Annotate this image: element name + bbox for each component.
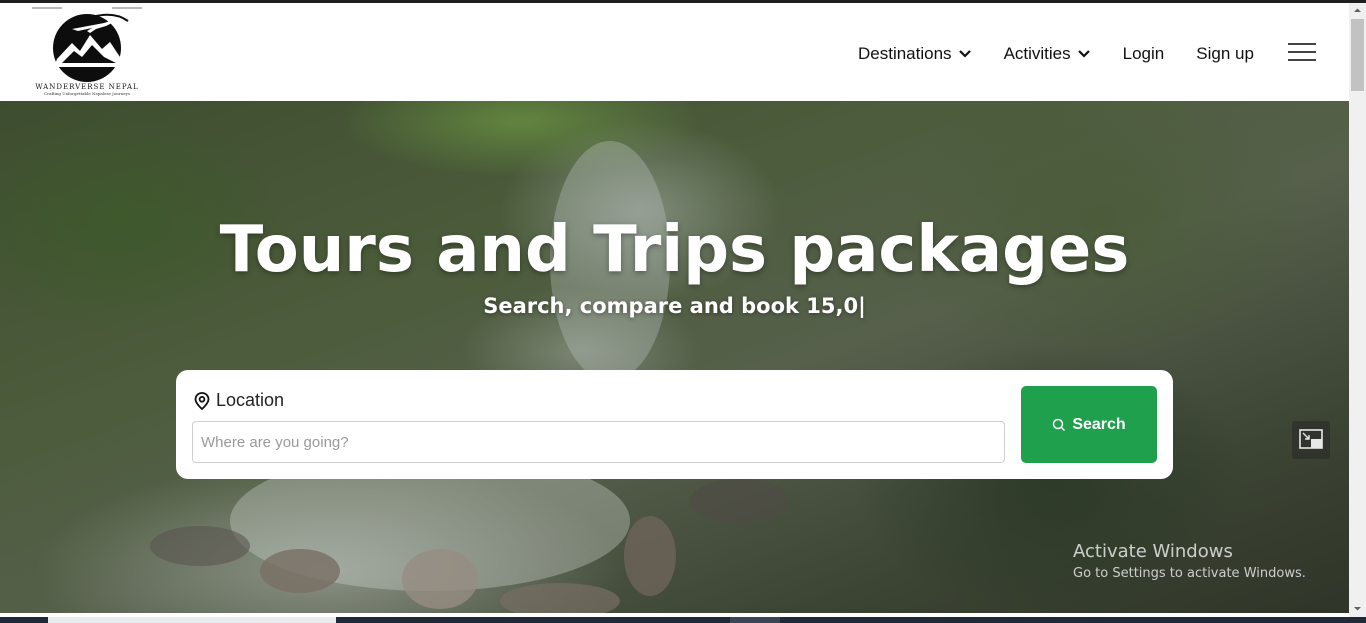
nav-activities[interactable]: Activities [1004,44,1091,64]
search-button-label: Search [1072,415,1126,433]
watermark-subtitle: Go to Settings to activate Windows. [1073,566,1306,581]
hamburger-bar [1288,43,1316,45]
scroll-up-arrow-icon[interactable] [1349,3,1366,18]
search-icon [1053,418,1066,431]
brand-tagline: Crafting Unforgettable Nepalese Journeys [44,91,130,96]
taskbar-app-button[interactable] [730,617,780,623]
vertical-scrollbar[interactable] [1349,3,1366,617]
search-card: Location Search [176,370,1173,479]
search-button[interactable]: Search [1021,386,1157,463]
brand-name: WANDERVERSE NEPAL [35,83,139,91]
pip-glyph-icon [1299,429,1323,449]
logo-emblem-icon [32,7,142,82]
scroll-down-arrow-icon[interactable] [1349,601,1366,616]
hero-section: Tours and Trips packages Search, compare… [0,101,1349,613]
hero-subtitle: Search, compare and book 15,0| [483,294,866,318]
chevron-down-icon [1077,50,1090,58]
os-taskbar [0,617,1366,623]
chevron-down-icon [958,50,971,58]
hamburger-bar [1288,59,1316,61]
picture-in-picture-icon[interactable] [1292,421,1330,459]
location-label: Location [194,390,284,411]
location-label-text: Location [216,390,285,410]
scrollbar-thumb[interactable] [1351,19,1364,91]
watermark-title: Activate Windows [1073,541,1233,562]
nav-destinations[interactable]: Destinations [858,44,972,64]
brand-logo[interactable]: WANDERVERSE NEPAL Crafting Unforgettable… [32,7,142,97]
hamburger-menu-icon[interactable] [1288,43,1316,63]
windows-activation-watermark: Activate Windows Go to Settings to activ… [1073,541,1306,581]
hero-background-image [150,141,790,613]
nav-destinations-label: Destinations [858,44,952,63]
navbar: WANDERVERSE NEPAL Crafting Unforgettable… [0,3,1349,101]
nav-signup[interactable]: Sign up [1196,44,1254,64]
hero-title: Tours and Trips packages [219,213,1130,287]
nav-login[interactable]: Login [1123,44,1165,64]
map-pin-icon [194,391,210,410]
nav-signup-label: Sign up [1196,44,1254,63]
location-search-input[interactable] [192,421,1005,463]
nav-activities-label: Activities [1003,44,1071,63]
hamburger-bar [1288,51,1316,53]
nav-login-label: Login [1122,44,1165,63]
taskbar-app-button[interactable] [48,617,336,623]
main-nav: Destinations Activities Login Sign up [858,43,1286,65]
